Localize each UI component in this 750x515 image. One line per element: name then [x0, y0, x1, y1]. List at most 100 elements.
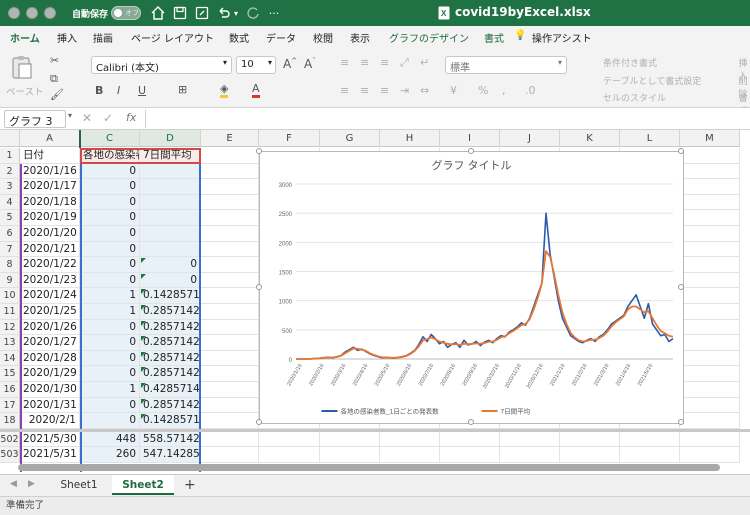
- empty-cell[interactable]: [440, 431, 500, 448]
- avg-cell[interactable]: [140, 163, 201, 180]
- date-cell[interactable]: 2020/1/31: [20, 397, 80, 414]
- currency-icon[interactable]: ¥: [450, 84, 457, 97]
- avg-cell[interactable]: 0: [140, 272, 201, 289]
- empty-cell[interactable]: [201, 366, 259, 382]
- empty-cell[interactable]: [201, 163, 259, 180]
- empty-cell[interactable]: [201, 350, 259, 367]
- cases-cell[interactable]: 0: [80, 366, 140, 382]
- avg-cell[interactable]: [140, 194, 201, 211]
- series-line-1[interactable]: [296, 212, 674, 360]
- empty-cell[interactable]: [201, 288, 259, 304]
- empty-cell[interactable]: [680, 447, 740, 463]
- comma-icon[interactable]: ,: [502, 84, 506, 97]
- tab-chart-design[interactable]: グラフのデザイン: [389, 30, 469, 45]
- empty-cell[interactable]: [680, 179, 740, 195]
- date-cell[interactable]: 2020/1/29: [20, 366, 80, 382]
- borders-icon[interactable]: ⊞: [178, 83, 187, 96]
- bold-button[interactable]: B: [95, 84, 103, 97]
- cases-cell[interactable]: 0: [80, 163, 140, 180]
- row-header[interactable]: 5: [0, 210, 20, 226]
- row-header[interactable]: 18: [0, 413, 20, 429]
- resize-handle[interactable]: [678, 148, 684, 154]
- resize-handle[interactable]: [256, 284, 262, 290]
- empty-cell[interactable]: [620, 431, 680, 448]
- empty-cell[interactable]: [201, 257, 259, 273]
- decimal-icon[interactable]: .0: [525, 84, 536, 97]
- avg-cell[interactable]: [140, 226, 201, 242]
- horizontal-scrollbar[interactable]: [18, 464, 720, 471]
- date-cell[interactable]: 2020/1/22: [20, 257, 80, 273]
- cases-cell[interactable]: 1: [80, 382, 140, 398]
- date-cell[interactable]: 2020/1/19: [20, 210, 80, 226]
- avg-cell[interactable]: 558.571429: [140, 431, 201, 448]
- resize-handle[interactable]: [468, 419, 474, 425]
- date-cell[interactable]: 2020/1/30: [20, 382, 80, 398]
- avg-cell[interactable]: 0.28571429: [140, 397, 201, 414]
- align-left-icon[interactable]: ≡: [340, 84, 349, 97]
- cases-cell[interactable]: 0: [80, 350, 140, 367]
- tab-home[interactable]: ホーム: [10, 30, 40, 50]
- zoom-window-button[interactable]: [44, 7, 56, 19]
- tab-data[interactable]: データ: [266, 30, 296, 45]
- empty-cell[interactable]: [680, 148, 740, 164]
- indent-icon[interactable]: ⇥: [400, 84, 409, 97]
- empty-cell[interactable]: [680, 304, 740, 320]
- empty-cell[interactable]: [201, 447, 259, 463]
- fill-color-icon[interactable]: ◈: [220, 82, 229, 98]
- avg-cell[interactable]: 0.28571429: [140, 366, 201, 382]
- empty-cell[interactable]: [380, 431, 440, 448]
- tab-format[interactable]: 書式: [484, 30, 504, 45]
- add-sheet-icon[interactable]: +: [184, 477, 196, 493]
- undo-icon[interactable]: [216, 5, 232, 21]
- avg-cell[interactable]: 0.42857143: [140, 382, 201, 398]
- empty-cell[interactable]: [680, 241, 740, 258]
- autosave-toggle[interactable]: オフ: [111, 6, 141, 20]
- wrap-text-icon[interactable]: ↵: [420, 56, 429, 69]
- empty-cell[interactable]: [560, 431, 620, 448]
- empty-cell[interactable]: [201, 194, 259, 211]
- name-box-dropdown-icon[interactable]: ▾: [68, 111, 72, 120]
- empty-cell[interactable]: [201, 148, 259, 164]
- align-top-icon[interactable]: ≡: [340, 56, 349, 69]
- row-header[interactable]: 16: [0, 382, 20, 398]
- date-cell[interactable]: 2020/1/23: [20, 272, 80, 289]
- number-format-select[interactable]: 標準 ▾: [445, 56, 567, 74]
- font-size-select[interactable]: 10 ▾: [236, 56, 276, 74]
- name-box[interactable]: グラフ 3: [4, 110, 66, 128]
- row-header[interactable]: 7: [0, 241, 20, 258]
- cases-cell[interactable]: 260: [80, 447, 140, 463]
- empty-cell[interactable]: [201, 431, 259, 448]
- date-cell[interactable]: 2020/1/20: [20, 226, 80, 242]
- row-header[interactable]: 2: [0, 163, 20, 180]
- empty-cell[interactable]: [320, 431, 380, 448]
- date-cell[interactable]: 2020/1/17: [20, 179, 80, 195]
- formula-input[interactable]: [145, 110, 746, 128]
- empty-cell[interactable]: [201, 413, 259, 429]
- avg-cell[interactable]: [140, 210, 201, 226]
- row-header[interactable]: 8: [0, 257, 20, 273]
- avg-cell[interactable]: 0.14285714: [140, 413, 201, 429]
- avg-cell[interactable]: 547.142857: [140, 447, 201, 463]
- cases-cell[interactable]: 0: [80, 413, 140, 429]
- empty-cell[interactable]: [680, 272, 740, 289]
- avg-cell[interactable]: 0.28571429: [140, 335, 201, 351]
- column-header-m[interactable]: M: [680, 130, 740, 147]
- empty-cell[interactable]: [560, 447, 620, 463]
- empty-cell[interactable]: [680, 288, 740, 304]
- empty-cell[interactable]: [680, 350, 740, 367]
- chart[interactable]: グラフ タイトル 0 500 1000 1500 2000 2500 3000 2020/1/1…: [256, 148, 684, 425]
- row-header[interactable]: 10: [0, 288, 20, 304]
- align-right-icon[interactable]: ≡: [380, 84, 389, 97]
- row-header[interactable]: 6: [0, 226, 20, 242]
- row-header[interactable]: 13: [0, 335, 20, 351]
- avg-cell[interactable]: 0.28571429: [140, 319, 201, 336]
- empty-cell[interactable]: [259, 447, 320, 463]
- empty-cell[interactable]: [201, 397, 259, 414]
- cases-cell[interactable]: 0: [80, 335, 140, 351]
- row-header[interactable]: 4: [0, 194, 20, 211]
- tab-draw[interactable]: 描画: [93, 30, 113, 45]
- empty-cell[interactable]: [680, 163, 740, 180]
- cut-icon[interactable]: ✂: [50, 54, 59, 67]
- row-header[interactable]: 14: [0, 350, 20, 367]
- tab-review[interactable]: 校閲: [313, 30, 333, 45]
